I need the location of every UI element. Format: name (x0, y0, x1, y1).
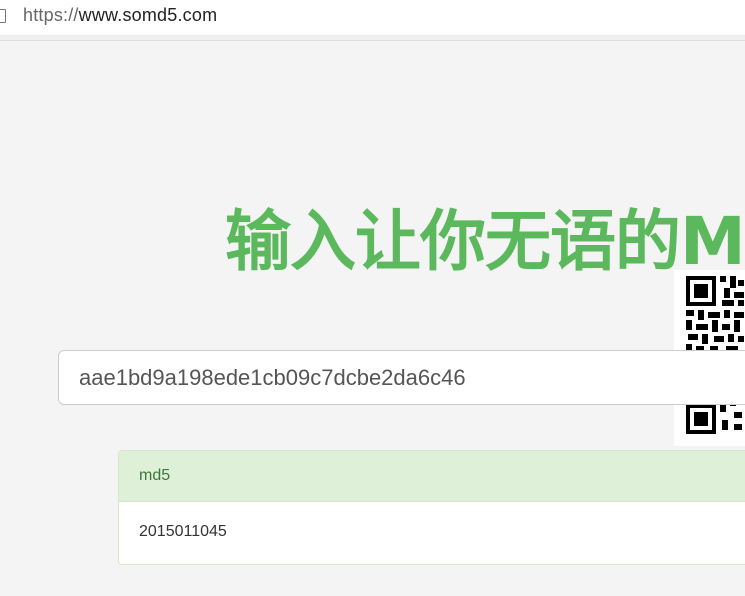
url-text[interactable]: https://www.somd5.com (23, 5, 217, 26)
page: https://www.somd5.com 输入让你无语的MD5 (0, 0, 745, 596)
md5-search-input[interactable] (58, 350, 745, 405)
url-host: www.somd5.com (78, 5, 218, 25)
result-value: 2015011045 (139, 523, 227, 540)
toolbar-divider (0, 35, 745, 41)
result-panel-heading: md5 (119, 451, 745, 502)
browser-address-bar[interactable]: https://www.somd5.com (0, 0, 745, 36)
url-scheme: https:// (23, 5, 79, 25)
lock-icon (0, 9, 6, 23)
page-title: 输入让你无语的MD5 (225, 203, 745, 280)
result-panel: md5 2015011045 (118, 450, 745, 565)
